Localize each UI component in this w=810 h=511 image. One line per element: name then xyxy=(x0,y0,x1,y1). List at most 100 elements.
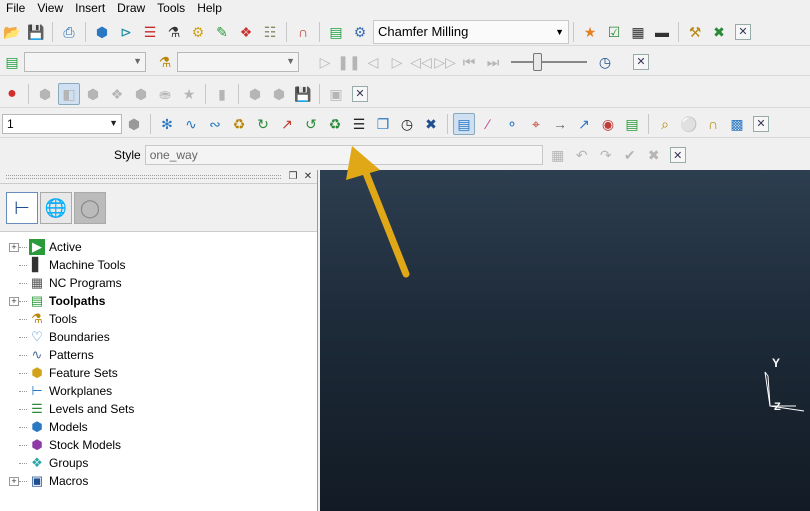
leads-icon[interactable]: ♻ xyxy=(228,113,250,135)
drag-grip[interactable] xyxy=(6,174,281,179)
play-icon[interactable]: ▷ xyxy=(314,51,336,73)
style-input[interactable]: one_way xyxy=(144,145,543,165)
print-icon[interactable]: ⎙ xyxy=(58,21,80,43)
tree-item[interactable]: ☰ Levels and Sets xyxy=(0,400,317,418)
show-toolpath-icon[interactable]: ▤ xyxy=(453,112,475,135)
undo-icon[interactable]: ↶ xyxy=(571,144,593,166)
tab-globe-icon[interactable]: 🌐 xyxy=(40,192,72,224)
viewmill-rainbow-icon[interactable]: ⬢ xyxy=(82,83,104,105)
redo-icon[interactable]: ↷ xyxy=(595,144,617,166)
feedrate-icon[interactable]: ⚙ xyxy=(187,21,209,43)
tree-item[interactable]: ♡ Boundaries xyxy=(0,328,317,346)
tree-item[interactable]: ⬢ Feature Sets xyxy=(0,364,317,382)
collision-icon[interactable]: ♻ xyxy=(324,113,346,135)
menu-draw[interactable]: Draw xyxy=(111,0,151,16)
stack-icon[interactable]: ⬢ xyxy=(123,113,145,135)
calculator-icon[interactable]: ▦ xyxy=(547,144,569,166)
expand-icon[interactable]: + xyxy=(9,242,19,252)
close-icon[interactable]: ✕ xyxy=(735,23,751,40)
show-connections-icon[interactable]: → xyxy=(549,113,571,135)
leads-links-icon[interactable]: ✎ xyxy=(211,21,233,43)
tab-explorer-tree-icon[interactable]: ⊢ xyxy=(6,192,38,224)
close-icon[interactable]: ✕ xyxy=(302,171,314,183)
viewmill-shiny-icon[interactable]: ★ xyxy=(178,83,200,105)
toolbar-options-icon[interactable]: ⚒ xyxy=(684,21,706,43)
step-back-icon[interactable]: ◁ xyxy=(362,51,384,73)
record-icon[interactable]: ● xyxy=(1,83,23,105)
toolpath-entity-icon[interactable]: ▤ xyxy=(1,51,23,73)
tool-axis-icon[interactable]: ☷ xyxy=(259,21,281,43)
menu-tools[interactable]: Tools xyxy=(151,0,191,16)
toolpath-strategies-icon[interactable]: ▤ xyxy=(325,21,347,43)
tool-number-select[interactable]: 1 ▼ xyxy=(2,113,122,134)
notes-icon[interactable]: ☰ xyxy=(348,113,370,135)
viewmill-toolpath-icon[interactable]: ⬢ xyxy=(130,83,152,105)
u-magnet-icon[interactable]: ∩ xyxy=(702,113,724,135)
tree-item[interactable]: ⊢ Workplanes xyxy=(0,382,317,400)
tool-select[interactable]: ▼ xyxy=(177,51,299,72)
clock-icon[interactable]: ◷ xyxy=(594,51,616,73)
tree-item[interactable]: ▋ Machine Tools xyxy=(0,256,317,274)
x-tools-icon[interactable]: ✖ xyxy=(420,113,442,135)
fast-forward-icon[interactable]: ▷▷ xyxy=(434,51,456,73)
tab-recycle-bin-icon[interactable]: ◯ xyxy=(74,192,106,224)
show-vectors-icon[interactable]: ↗ xyxy=(573,113,595,135)
tree-item[interactable]: ⬢ Stock Models xyxy=(0,436,317,454)
close-icon[interactable]: ✕ xyxy=(753,115,769,132)
toolpath-select[interactable]: ▼ xyxy=(24,51,146,72)
rest-icon[interactable]: ∾ xyxy=(204,113,226,135)
viewmill-export-icon[interactable]: ⬢ xyxy=(244,83,266,105)
tree-item[interactable]: + ▤ Toolpaths xyxy=(0,292,317,310)
go-to-end-icon[interactable]: ⏭ xyxy=(482,51,504,73)
wave-icon[interactable]: ∿ xyxy=(180,113,202,135)
show-points-icon[interactable]: ⌖ xyxy=(525,113,547,135)
strategy-select[interactable]: Chamfer Milling ▼ xyxy=(373,19,569,44)
tool-axis-control-icon[interactable]: ↺ xyxy=(300,113,322,135)
start-point-icon[interactable]: ❖ xyxy=(235,21,257,43)
viewmill-save-stock-icon[interactable]: ⬢ xyxy=(268,83,290,105)
show-lines-icon[interactable]: ∕ xyxy=(477,113,499,135)
menu-help[interactable]: Help xyxy=(191,0,228,16)
menu-insert[interactable]: Insert xyxy=(69,0,111,16)
viewmill-save-icon[interactable]: 💾 xyxy=(292,83,314,105)
calculator-icon[interactable]: ▦ xyxy=(627,21,649,43)
tree-item[interactable]: ∿ Patterns xyxy=(0,346,317,364)
slider-thumb[interactable] xyxy=(533,52,542,71)
show-stripes-icon[interactable]: ▤ xyxy=(621,113,643,135)
tree-item[interactable]: ▦ NC Programs xyxy=(0,274,317,292)
viewmill-plain-shading-icon[interactable]: ◧ xyxy=(58,82,80,105)
step-forward-icon[interactable]: ▷ xyxy=(386,51,408,73)
tool-entity-icon[interactable]: ⚗ xyxy=(154,51,176,73)
simulation-speed-slider[interactable] xyxy=(511,52,587,72)
viewmill-direction-icon[interactable]: ❖ xyxy=(106,83,128,105)
show-arcs-icon[interactable]: ⚬ xyxy=(501,113,523,135)
feeds-icon[interactable]: ↗ xyxy=(276,113,298,135)
block-icon[interactable]: ⬢ xyxy=(91,21,113,43)
go-to-start-icon[interactable]: ⏮ xyxy=(458,51,480,73)
probe-icon[interactable]: ⚪ xyxy=(678,113,700,135)
magnet-icon[interactable]: ∩ xyxy=(292,21,314,43)
close-icon[interactable]: ✕ xyxy=(669,147,686,163)
cancel-icon[interactable]: ✖ xyxy=(643,144,665,166)
viewmill-screen-icon[interactable]: ▣ xyxy=(325,83,347,105)
rapid-move-icon[interactable]: ⊳ xyxy=(115,21,137,43)
copy-icon[interactable]: ❐ xyxy=(372,113,394,135)
links-icon[interactable]: ↻ xyxy=(252,113,274,135)
menu-file[interactable]: File xyxy=(0,0,31,16)
accept-icon[interactable]: ✔ xyxy=(619,144,641,166)
tree-item[interactable]: + ▶ Active xyxy=(0,238,317,256)
crossed-tools-icon[interactable]: ✖ xyxy=(708,21,730,43)
expand-icon[interactable]: + xyxy=(9,296,19,306)
tool-selector-icon[interactable]: ⚙ xyxy=(349,21,371,43)
calculate-icon[interactable]: ★ xyxy=(579,21,601,43)
close-icon[interactable]: ✕ xyxy=(352,85,368,102)
tree-item[interactable]: + ▣ Macros xyxy=(0,472,317,490)
inspect-icon[interactable]: ⌕ xyxy=(654,113,676,135)
tree-item[interactable]: ❖ Groups xyxy=(0,454,317,472)
viewmill-layer-icon[interactable]: ▮ xyxy=(211,83,233,105)
statistics-icon[interactable]: ▩ xyxy=(726,113,748,135)
rewind-icon[interactable]: ◁◁ xyxy=(410,51,432,73)
settings-toolpath-icon[interactable]: ✻ xyxy=(156,113,178,135)
tool-database-icon[interactable]: ☰ xyxy=(139,21,161,43)
viewmill-no-image-icon[interactable]: ⬢ xyxy=(34,83,56,105)
